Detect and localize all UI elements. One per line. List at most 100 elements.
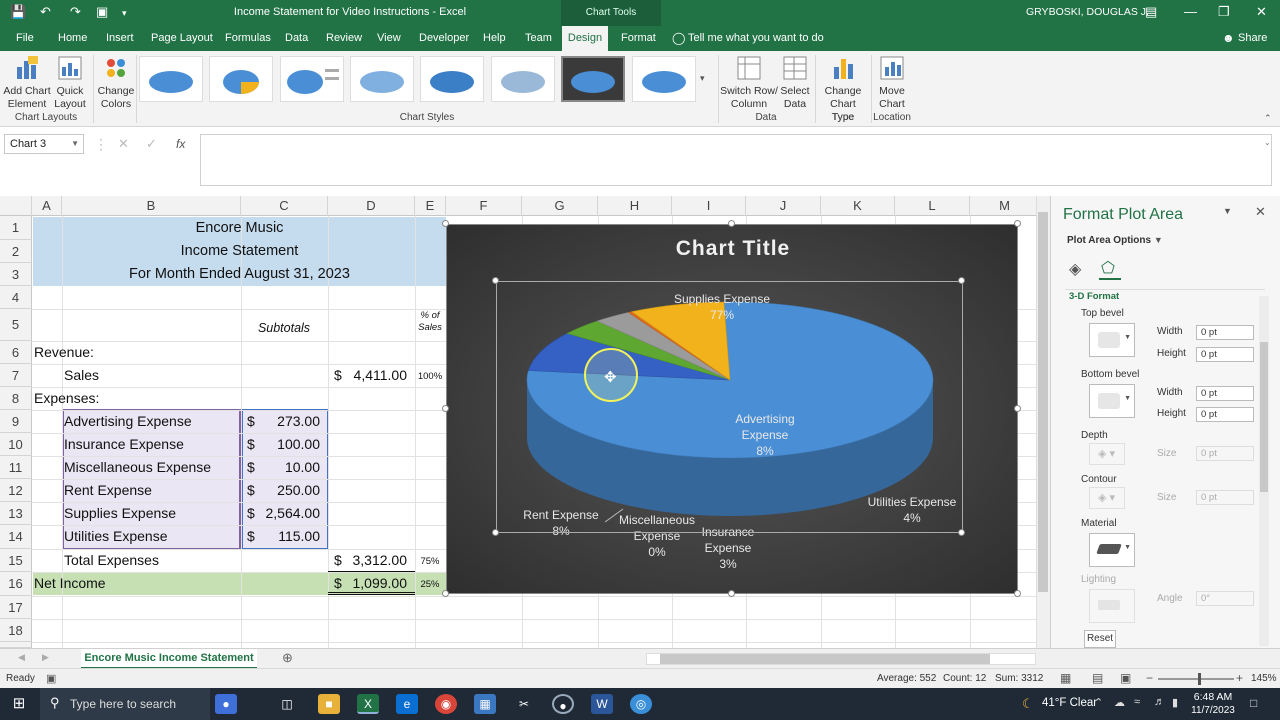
chart-style-8[interactable] <box>632 56 696 102</box>
plot-area-options[interactable]: Plot Area Options ▼ <box>1067 235 1163 246</box>
chart-style-5[interactable] <box>420 56 484 102</box>
normal-view-icon[interactable]: ▦ <box>1060 671 1071 685</box>
row-header-12[interactable]: 12 <box>0 479 32 502</box>
plot-area-handle[interactable] <box>958 529 965 536</box>
weather-text[interactable]: 41°F Clear <box>1042 697 1097 709</box>
top-bevel-height-field[interactable]: 0 pt <box>1196 347 1254 362</box>
pane-scrollbar-thumb[interactable] <box>1260 342 1268 492</box>
pane-options-dropdown-icon[interactable]: ▼ <box>1223 206 1232 216</box>
tab-home[interactable]: Home <box>54 26 91 51</box>
minimize-icon[interactable]: — <box>1184 4 1197 19</box>
tab-design[interactable]: Design <box>562 26 608 51</box>
add-chart-element-button[interactable]: Add Chart Element <box>3 55 51 111</box>
statement-name[interactable]: Income Statement <box>33 243 446 259</box>
vertical-scrollbar-thumb[interactable] <box>1038 212 1048 592</box>
row-header-4[interactable]: 4 <box>0 286 32 309</box>
sheet-tab-active[interactable]: Encore Music Income Statement <box>81 649 257 669</box>
insert-function-button[interactable]: fx <box>176 137 185 151</box>
row-header-8[interactable]: 8 <box>0 387 32 410</box>
zoom-level[interactable]: 145% <box>1251 673 1277 684</box>
plot-area-handle[interactable] <box>492 277 499 284</box>
sales-amount[interactable]: 4,411.00 <box>344 367 407 383</box>
sales-label[interactable]: Sales <box>64 367 99 383</box>
row-header-13[interactable]: 13 <box>0 502 32 525</box>
row-header-3[interactable]: 3 <box>0 263 32 286</box>
row-header-10[interactable]: 10 <box>0 433 32 456</box>
chart-style-6[interactable] <box>491 56 555 102</box>
expense-name[interactable]: Insurance Expense <box>64 436 184 452</box>
switch-row-column-button[interactable]: Switch Row/ Column <box>720 55 778 111</box>
bottom-bevel-width-field[interactable]: 0 pt <box>1196 386 1254 401</box>
column-header-b[interactable]: B <box>62 196 241 216</box>
sales-pct[interactable]: 100% <box>415 371 445 382</box>
depth-color-picker[interactable]: ◈ ▾ <box>1089 443 1125 465</box>
chart-resize-handle[interactable] <box>1014 590 1021 597</box>
total-expenses-pct[interactable]: 75% <box>415 556 445 567</box>
row-header-9[interactable]: 9 <box>0 410 32 433</box>
contour-size-field[interactable]: 0 pt <box>1196 490 1254 505</box>
bottom-bevel-picker[interactable]: ▼ <box>1089 384 1135 418</box>
column-header-a[interactable]: A <box>32 196 62 216</box>
section-3d-format[interactable]: 3-D Format <box>1069 291 1119 302</box>
select-all-corner[interactable] <box>0 196 32 216</box>
edge-icon[interactable]: e <box>396 694 418 714</box>
calculator-icon[interactable]: ▦ <box>474 694 496 714</box>
zoom-out-icon[interactable]: − <box>1146 671 1153 685</box>
net-income-label[interactable]: Net Income <box>34 575 106 591</box>
statement-period[interactable]: For Month Ended August 31, 2023 <box>33 266 446 282</box>
battery-icon[interactable]: ▮ <box>1172 696 1178 709</box>
chart-resize-handle[interactable] <box>442 590 449 597</box>
status-sum[interactable]: Sum: 3312 <box>995 673 1043 684</box>
volume-icon[interactable]: ♬ <box>1154 696 1165 708</box>
expenses-label[interactable]: Expenses: <box>34 390 99 406</box>
revenue-label[interactable]: Revenue: <box>34 344 94 360</box>
column-header-k[interactable]: K <box>821 196 895 216</box>
notifications-icon[interactable]: □ <box>1250 696 1257 710</box>
next-sheet-icon[interactable]: ▶ <box>42 652 49 663</box>
angle-field[interactable]: 0° <box>1196 591 1254 606</box>
row-header-18[interactable]: 18 <box>0 619 32 642</box>
column-header-i[interactable]: I <box>672 196 746 216</box>
expense-amount[interactable]: 250.00 <box>258 482 320 498</box>
formula-input[interactable] <box>200 134 1272 186</box>
expense-name[interactable]: Advertising Expense <box>64 413 192 429</box>
page-layout-view-icon[interactable]: ▤ <box>1092 671 1103 685</box>
chart-style-1[interactable] <box>139 56 203 102</box>
zoom-slider[interactable] <box>1158 678 1234 680</box>
row-header-16[interactable]: 16 <box>0 572 32 596</box>
tab-format[interactable]: Format <box>617 26 660 51</box>
depth-size-field[interactable]: 0 pt <box>1196 446 1254 461</box>
more-styles-icon[interactable]: ▾ <box>700 73 705 84</box>
contour-color-picker[interactable]: ◈ ▾ <box>1089 487 1125 509</box>
top-bevel-picker[interactable]: ▼ <box>1089 323 1135 357</box>
row-header-11[interactable]: 11 <box>0 456 32 479</box>
pct-header-line1[interactable]: % of <box>415 310 445 321</box>
tab-data[interactable]: Data <box>281 26 312 51</box>
pie-chart[interactable]: Chart Title Supplies Expense 77% Advertisi… <box>446 224 1018 594</box>
lighting-picker[interactable] <box>1089 589 1135 623</box>
recorder-icon[interactable]: ◎ <box>630 694 652 714</box>
expense-name[interactable]: Utilities Expense <box>64 528 168 544</box>
collapse-ribbon-icon[interactable]: ⌃ <box>1264 113 1272 124</box>
bottom-bevel-height-field[interactable]: 0 pt <box>1196 407 1254 422</box>
expense-amount[interactable]: 100.00 <box>258 436 320 452</box>
task-view-icon[interactable]: ◫ <box>276 694 298 714</box>
column-header-c[interactable]: C <box>241 196 328 216</box>
reset-button[interactable]: Reset <box>1084 630 1116 648</box>
column-header-j[interactable]: J <box>746 196 821 216</box>
effects-pentagon-icon[interactable]: ⬠ <box>1101 258 1115 278</box>
chart-style-7-selected[interactable] <box>561 56 625 102</box>
media-icon[interactable]: ● <box>552 694 574 714</box>
cortana-icon[interactable]: ● <box>215 694 237 714</box>
plot-area-handle[interactable] <box>492 529 499 536</box>
customize-qat-icon[interactable]: ▾ <box>122 8 127 19</box>
plot-area-handle[interactable] <box>958 277 965 284</box>
windows-start-icon[interactable]: ⊞ <box>8 694 30 714</box>
enter-icon[interactable]: ✓ <box>146 136 157 152</box>
chrome-icon[interactable]: ◉ <box>435 694 457 714</box>
share-button[interactable]: Share <box>1234 26 1271 51</box>
quick-layout-button[interactable]: Quick Layout <box>52 55 88 111</box>
file-explorer-icon[interactable]: ■ <box>318 694 340 714</box>
name-box-dropdown-icon[interactable]: ▼ <box>71 135 79 153</box>
column-header-m[interactable]: M <box>970 196 1040 216</box>
